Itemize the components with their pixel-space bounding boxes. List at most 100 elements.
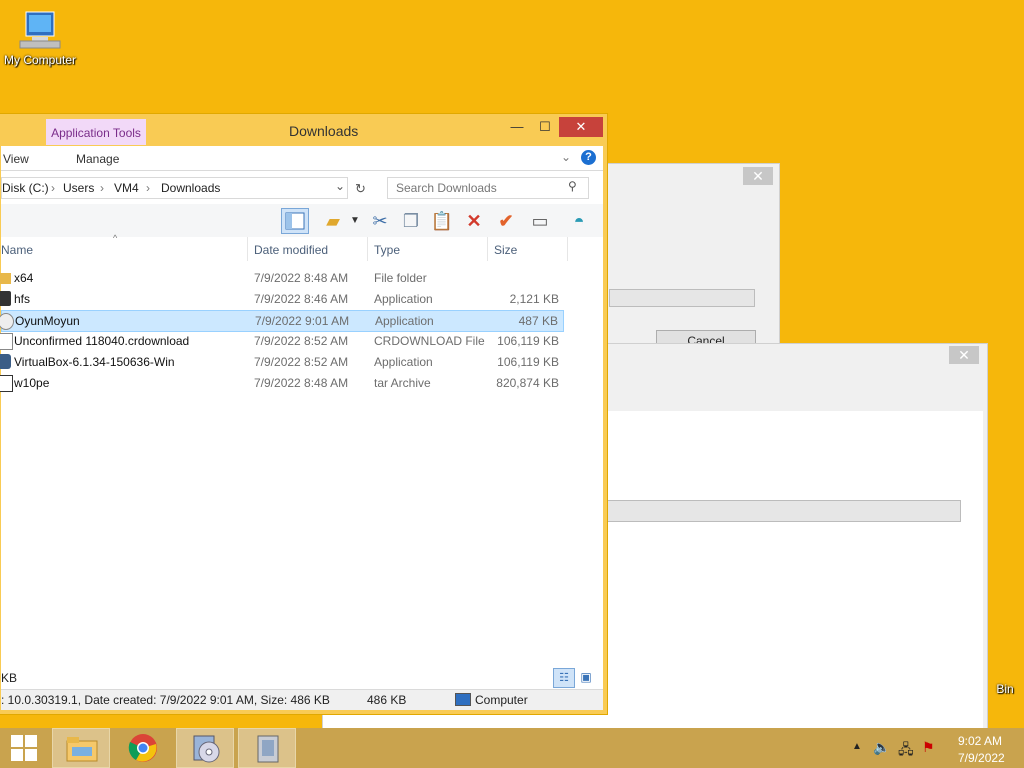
breadcrumb-item[interactable]: Downloads [161, 181, 220, 195]
check-icon[interactable]: ✔ [494, 209, 518, 233]
address-row: Disk (C:) › Users › VM4 › Downloads ⌄ ↻ … [1, 171, 603, 205]
breadcrumb-item[interactable]: Disk (C:) [2, 181, 49, 195]
column-header-size[interactable]: Size [494, 243, 517, 257]
table-row[interactable]: Unconfirmed 118040.crdownload 7/9/2022 8… [0, 331, 564, 351]
chevron-up-icon[interactable]: ▲ [852, 741, 862, 752]
column-separator[interactable] [487, 237, 488, 261]
computer-icon [455, 693, 471, 706]
action-center-icon[interactable]: ⚑ [922, 739, 935, 756]
file-list: ^ Name Date modified Type Size x64 7/9/2… [0, 233, 585, 667]
file-type: File folder [374, 271, 427, 285]
folder-icon [66, 737, 98, 762]
table-row[interactable]: x64 7/9/2022 8:48 AM File folder [0, 268, 564, 288]
file-type: tar Archive [374, 376, 431, 390]
column-header-name[interactable]: Name [1, 243, 33, 257]
file-icon [0, 333, 13, 350]
chrome-icon [128, 734, 157, 762]
file-size: 106,119 KB [497, 355, 559, 369]
file-size: 820,874 KB [496, 376, 559, 390]
column-separator[interactable] [567, 237, 568, 261]
status-size: 486 KB [367, 693, 407, 707]
archive-icon [0, 375, 13, 392]
file-date: 7/9/2022 9:01 AM [255, 314, 350, 328]
dialog-close-button[interactable]: ✕ [949, 346, 979, 364]
network-icon[interactable]: 🖧 [898, 739, 914, 763]
table-row[interactable]: hfs 7/9/2022 8:46 AM Application 2,121 K… [0, 289, 564, 309]
folder-icon [0, 273, 11, 284]
details-strip: KB ☷ ▣ [1, 667, 603, 689]
file-name: w10pe [14, 376, 50, 390]
chevron-down-icon[interactable]: ⌄ [335, 179, 345, 193]
volume-muted-icon[interactable]: 🔈 [873, 739, 890, 756]
minimize-button[interactable]: — [503, 117, 531, 137]
taskbar-installer-app[interactable] [238, 728, 296, 768]
taskbar: ▲ 🔈 🖧 ⚑ 9:02 AM 7/9/2022 [0, 728, 1024, 768]
status-details: : 10.0.30319.1, Date created: 7/9/2022 9… [1, 693, 330, 707]
rename-icon[interactable]: ▭ [528, 209, 552, 233]
maximize-button[interactable]: ☐ [531, 117, 559, 137]
chevron-down-icon[interactable]: ⌄ [561, 150, 571, 164]
file-name: x64 [14, 271, 34, 285]
chevron-down-icon[interactable]: ▼ [343, 209, 367, 233]
table-row[interactable]: OyunMoyun 7/9/2022 9:01 AM Application 4… [0, 310, 564, 332]
clock-date[interactable]: 7/9/2022 [958, 751, 1005, 765]
large-icons-view-icon[interactable]: ▣ [577, 669, 595, 685]
help-icon[interactable]: ? [581, 150, 596, 165]
ribbon-tabs: View Manage ⌄ ? [1, 146, 603, 171]
preview-pane-icon[interactable] [281, 208, 309, 234]
column-separator[interactable] [367, 237, 368, 261]
start-button[interactable] [0, 728, 48, 768]
file-date: 7/9/2022 8:46 AM [254, 292, 349, 306]
close-button[interactable]: ✕ [559, 117, 603, 137]
column-header-date[interactable]: Date modified [254, 243, 328, 257]
taskbar-media-app[interactable] [176, 728, 234, 768]
breadcrumb-item[interactable]: VM4 [114, 181, 139, 195]
windows-icon [11, 735, 37, 761]
properties-folder-icon[interactable]: ▰ [321, 209, 345, 233]
file-date: 7/9/2022 8:48 AM [254, 376, 349, 390]
app-icon [0, 313, 14, 330]
desktop-icon-label: My Computer [3, 53, 77, 67]
column-separator[interactable] [247, 237, 248, 261]
file-name: hfs [14, 292, 31, 306]
search-input[interactable]: Search Downloads ⚲ [387, 177, 589, 199]
file-type: CRDOWNLOAD File [374, 334, 485, 348]
desktop-icon-my-computer[interactable]: My Computer [0, 10, 80, 67]
desktop-icon-label: Bin [996, 682, 1014, 696]
application-tools-tab[interactable]: Application Tools [46, 119, 146, 145]
file-type: Application [374, 292, 433, 306]
hfs-app-icon [0, 291, 11, 306]
shell-icon[interactable]: ◓ [567, 209, 591, 233]
details-view-icon[interactable]: ☷ [553, 668, 575, 688]
taskbar-chrome[interactable] [114, 728, 172, 768]
copy-icon[interactable]: ❐ [399, 209, 423, 233]
cut-icon[interactable]: ✂ [368, 209, 392, 233]
table-row[interactable]: VirtualBox-6.1.34-150636-Win 7/9/2022 8:… [0, 352, 564, 372]
explorer-window: Application Tools Downloads — ☐ ✕ View M… [0, 113, 608, 715]
refresh-icon[interactable]: ↻ [355, 181, 366, 197]
file-date: 7/9/2022 8:48 AM [254, 271, 349, 285]
paste-icon[interactable]: 📋 [430, 209, 454, 233]
dialog-close-button[interactable]: ✕ [743, 167, 773, 185]
vertical-scrollbar[interactable] [585, 237, 603, 667]
file-date: 7/9/2022 8:52 AM [254, 355, 349, 369]
column-header-type[interactable]: Type [374, 243, 400, 257]
delete-icon[interactable]: ✕ [462, 209, 486, 233]
disc-icon [193, 735, 220, 763]
status-location: Computer [475, 693, 528, 707]
search-icon: ⚲ [568, 179, 577, 193]
file-name: Unconfirmed 118040.crdownload [14, 334, 190, 348]
desktop-icon-recycle-bin[interactable]: Bin [986, 682, 1024, 696]
clock-time[interactable]: 9:02 AM [958, 734, 1002, 748]
progress-bar [603, 500, 961, 522]
table-row[interactable]: w10pe 7/9/2022 8:48 AM tar Archive 820,8… [0, 373, 564, 393]
title-bar[interactable]: Application Tools Downloads — ☐ ✕ [0, 114, 605, 146]
address-bar[interactable]: Disk (C:) › Users › VM4 › Downloads ⌄ [1, 177, 348, 199]
breadcrumb-item[interactable]: Users [63, 181, 94, 195]
background-dialog: ✕ Cancel [600, 163, 780, 355]
tab-view[interactable]: View [3, 152, 29, 166]
file-type: Application [375, 314, 434, 328]
taskbar-file-explorer[interactable] [52, 728, 110, 768]
tab-manage[interactable]: Manage [76, 152, 119, 166]
breadcrumb-separator-icon: › [100, 181, 104, 195]
